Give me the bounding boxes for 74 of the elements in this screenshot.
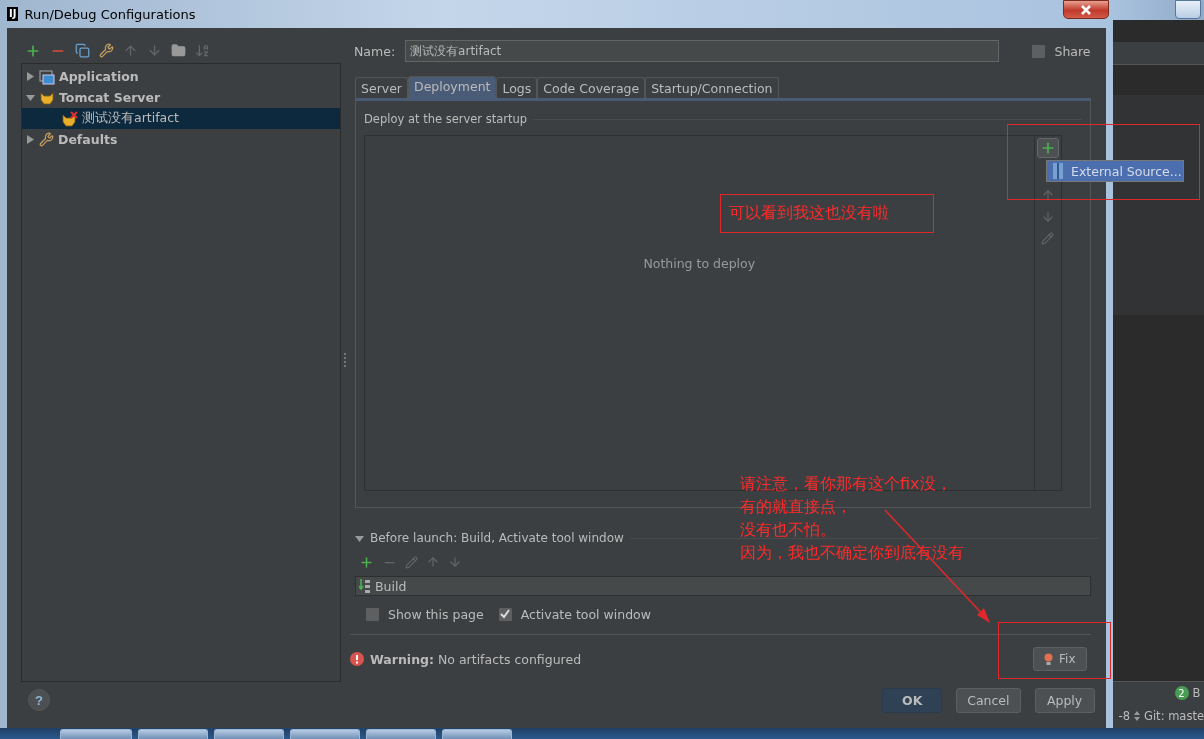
warning-icon	[350, 652, 364, 666]
taskbar-button[interactable]	[366, 729, 436, 739]
updown-icon	[1134, 711, 1140, 721]
help-button[interactable]: ?	[28, 689, 50, 711]
archive-icon	[1053, 163, 1063, 179]
count-badge: 2	[1174, 686, 1189, 700]
share-checkbox[interactable]: Share	[1031, 43, 1091, 59]
tab[interactable]: Code Coverage	[537, 77, 646, 98]
bulb-icon	[1044, 652, 1054, 666]
splitter-grip[interactable]	[343, 353, 348, 367]
collapse-icon[interactable]	[355, 533, 364, 543]
expand-icon[interactable]	[26, 72, 35, 81]
fix-button[interactable]: Fix	[1033, 647, 1087, 671]
tree-item[interactable]: Tomcat Server	[22, 87, 340, 108]
add-icon[interactable]	[359, 554, 374, 570]
add-button[interactable]	[1036, 138, 1059, 158]
menu-item[interactable]: External Source...	[1071, 163, 1182, 179]
tab[interactable]: Logs	[496, 77, 538, 98]
down-icon[interactable]	[1040, 210, 1055, 224]
build-icon	[359, 579, 371, 593]
taskbar-button[interactable]	[214, 729, 284, 739]
app-logo: IJ	[7, 7, 19, 21]
annotation-line: 没有也不怕。	[740, 519, 836, 541]
tree-item[interactable]: Application	[22, 66, 340, 87]
annotation-line: 有的就直接点，	[740, 496, 852, 518]
git-branch-text[interactable]: Git: maste	[1144, 709, 1204, 723]
up-icon[interactable]	[123, 43, 138, 58]
name-label: Name:	[354, 43, 396, 59]
checkbox[interactable]	[1031, 43, 1047, 59]
up-icon[interactable]	[1040, 188, 1055, 202]
option-checkbox[interactable]: Activate tool window	[497, 606, 651, 622]
dialog-button[interactable]: Apply	[1034, 687, 1095, 713]
close-button[interactable]	[1062, 0, 1109, 19]
tree-item[interactable]: 测试没有artifact	[22, 108, 340, 129]
minimize-button[interactable]	[1174, 0, 1201, 19]
before-launch-title[interactable]: Before launch: Build, Activate tool window	[370, 531, 624, 545]
tab[interactable]: Deployment	[408, 76, 497, 98]
wrench-icon[interactable]	[99, 43, 114, 58]
folder-icon[interactable]	[171, 43, 186, 58]
edit-icon[interactable]	[1041, 232, 1055, 245]
empty-text: Nothing to deploy	[643, 255, 756, 271]
cat-error-icon	[62, 110, 78, 127]
tab[interactable]: Startup/Connection	[645, 77, 779, 98]
taskbar-button[interactable]	[60, 729, 132, 739]
encoding-text[interactable]: -8	[1118, 709, 1130, 723]
checkbox[interactable]	[365, 606, 380, 622]
annotation-note: 可以看到我这也没有啦	[720, 194, 934, 233]
window-title: Run/Debug Configurations	[24, 6, 196, 22]
window-icon	[39, 68, 55, 85]
taskbar-button[interactable]	[290, 729, 360, 739]
section-title: Deploy at the server startup	[364, 112, 528, 126]
close-icon	[1079, 4, 1092, 15]
dialog-button[interactable]: OK	[882, 687, 943, 713]
down-icon[interactable]	[448, 555, 462, 569]
warning-message: Warning: No artifacts configured	[370, 651, 582, 667]
wrench-icon	[39, 132, 54, 147]
dialog-button[interactable]: Cancel	[956, 687, 1021, 713]
down-icon[interactable]	[147, 43, 162, 58]
tree-item[interactable]: Defaults	[22, 129, 340, 150]
tab[interactable]: Server	[355, 77, 408, 98]
task-row[interactable]: Build	[355, 576, 1091, 596]
up-icon[interactable]	[426, 555, 440, 569]
checkbox[interactable]	[497, 606, 513, 622]
status-text: B	[1192, 686, 1201, 700]
expand-icon[interactable]	[26, 135, 35, 144]
taskbar-button[interactable]	[442, 729, 512, 739]
sort-icon[interactable]	[195, 43, 210, 58]
copy-icon[interactable]	[75, 43, 90, 58]
collapse-icon[interactable]	[26, 93, 35, 102]
option-checkbox[interactable]: Show this page	[365, 606, 484, 622]
taskbar-button[interactable]	[138, 729, 208, 739]
edit-icon[interactable]	[405, 555, 418, 569]
annotation-line: 请注意，看你那有这个fix没，	[740, 473, 952, 495]
name-field[interactable]: 测试没有artifact	[405, 40, 1000, 62]
